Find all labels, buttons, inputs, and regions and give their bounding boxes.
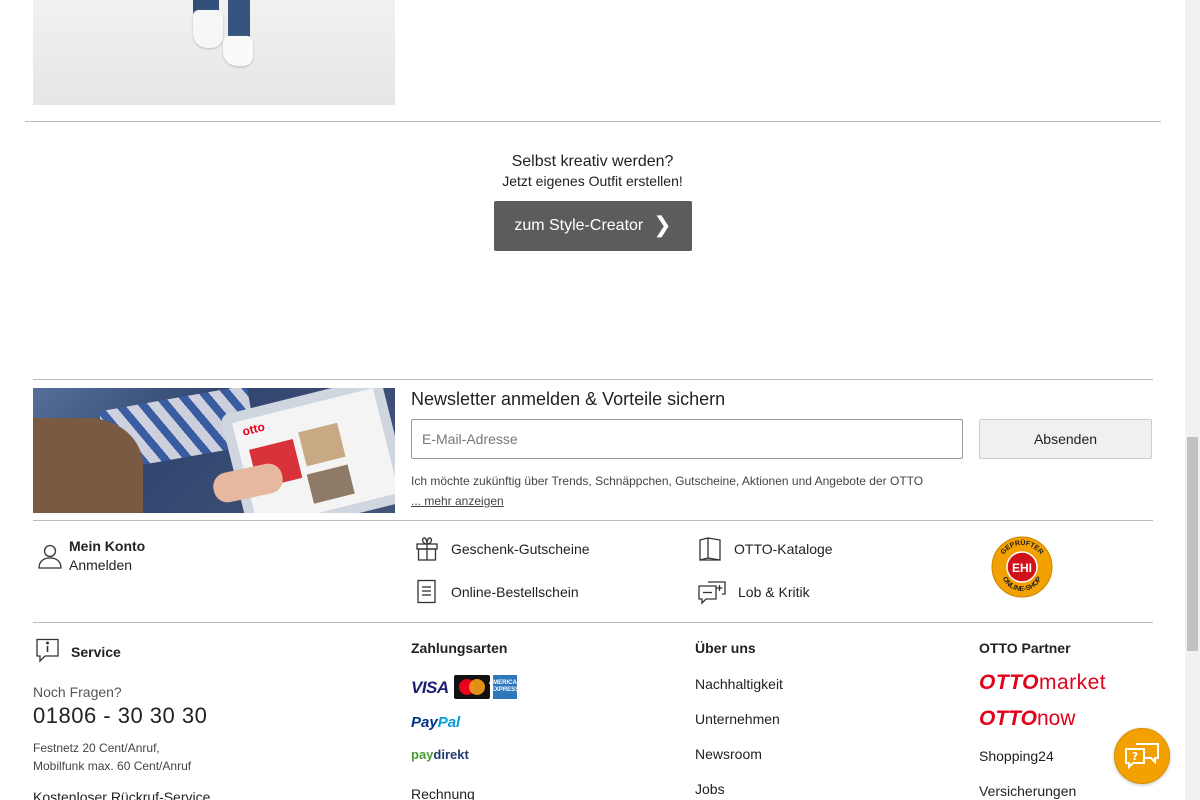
paypal-logo-pal: Pal: [437, 714, 461, 731]
section-divider: [33, 622, 1153, 623]
style-creator-button[interactable]: zum Style-Creator ❯: [494, 201, 692, 251]
about-link-sustainability[interactable]: Nachhaltigkeit: [695, 676, 783, 693]
chevron-right-icon: ❯: [653, 213, 672, 238]
paydirekt-logo-pay: pay: [411, 747, 434, 762]
otto-now-logo[interactable]: OTTOnow: [979, 706, 1075, 732]
partner-link-shopping24[interactable]: Shopping24: [979, 748, 1054, 765]
feedback-link[interactable]: Lob & Kritik: [698, 579, 810, 605]
screen-tile: [306, 464, 355, 504]
paypal-logo: PayPal: [411, 714, 460, 732]
newsletter-email-input[interactable]: [411, 419, 963, 459]
paydirekt-logo: paydirekt: [411, 747, 469, 763]
style-creator-subtitle: Jetzt eigenes Outfit erstellen!: [502, 173, 683, 189]
product-image[interactable]: [33, 0, 395, 105]
section-divider: [33, 379, 1153, 380]
chat-bubbles-icon: ?: [1125, 743, 1159, 770]
service-note-line: Festnetz 20 Cent/Anruf,: [33, 741, 160, 755]
sneaker-right: [223, 36, 253, 66]
newsletter-consent-text: Ich möchte zukünftig über Trends, Schnäp…: [411, 474, 924, 488]
otto-logo: otto: [240, 419, 267, 439]
service-question: Noch Fragen?: [33, 684, 122, 700]
gift-vouchers-link[interactable]: Geschenk-Gutscheine: [415, 536, 590, 562]
document-icon: [417, 579, 436, 604]
payment-title: Zahlungsarten: [411, 640, 508, 656]
catalogs-link[interactable]: OTTO-Kataloge: [698, 536, 833, 562]
paypal-logo-pay: Pay: [411, 714, 438, 731]
catalog-book-icon: [699, 537, 721, 561]
about-title: Über uns: [695, 640, 756, 656]
gift-vouchers-label: Geschenk-Gutscheine: [451, 541, 590, 557]
service-note-line: Mobilfunk max. 60 Cent/Anruf: [33, 759, 192, 773]
about-link-jobs[interactable]: Jobs: [695, 781, 725, 798]
otto-market-logo[interactable]: OTTOmarket: [979, 670, 1106, 696]
invoice-label: Rechnung: [411, 786, 475, 800]
order-form-label: Online-Bestellschein: [451, 584, 579, 600]
svg-text:?: ?: [1132, 750, 1138, 763]
scrollbar-thumb[interactable]: [1187, 437, 1198, 651]
style-creator-button-label: zum Style-Creator: [514, 217, 644, 234]
style-creator-title: Selbst kreativ werden?: [511, 153, 674, 170]
feedback-speech-icon: [698, 581, 726, 605]
page-scrollbar[interactable]: [1185, 0, 1200, 800]
paydirekt-logo-direkt: direkt: [433, 747, 469, 762]
market-wordmark: market: [1038, 671, 1107, 694]
about-link-company[interactable]: Unternehmen: [695, 711, 780, 728]
feedback-label: Lob & Kritik: [738, 584, 810, 600]
about-link-newsroom[interactable]: Newsroom: [695, 746, 762, 763]
svg-text:EHI: EHI: [1012, 561, 1032, 575]
newsletter-title: Newsletter anmelden & Vorteile sichern: [411, 389, 726, 409]
account-login-link[interactable]: Anmelden: [69, 557, 132, 574]
info-speech-icon: [36, 638, 59, 663]
newsletter-submit-button[interactable]: Absenden: [979, 419, 1152, 459]
ehi-seal-icon[interactable]: EHI GEPRÜFTER ONLINE-SHOP: [991, 536, 1053, 598]
mastercard-circle-orange: [469, 679, 485, 695]
sneaker-left: [193, 10, 223, 48]
mastercard-logo: [454, 675, 490, 699]
screen-tile: [298, 422, 346, 467]
service-title: Service: [71, 644, 121, 660]
visa-logo: VISA: [411, 678, 449, 697]
service-phone[interactable]: 01806 - 30 30 30: [33, 702, 207, 729]
user-icon: [38, 544, 62, 569]
newsletter-image: otto: [33, 388, 395, 513]
account-title[interactable]: Mein Konto: [69, 538, 145, 555]
order-form-link[interactable]: Online-Bestellschein: [415, 579, 579, 605]
section-divider: [33, 520, 1153, 521]
style-creator-section: Selbst kreativ werden? Jetzt eigenes Out…: [0, 152, 1185, 251]
person-hair: [33, 418, 143, 513]
catalogs-label: OTTO-Kataloge: [734, 541, 833, 557]
amex-logo: AMERICAN EXPRESS: [489, 675, 521, 699]
otto-wordmark: OTTO: [979, 707, 1037, 730]
otto-wordmark: OTTO: [979, 671, 1039, 694]
service-phone-note: Festnetz 20 Cent/Anruf, Mobilfunk max. 6…: [33, 739, 191, 775]
callback-service-link[interactable]: Kostenloser Rückruf-Service: [33, 789, 210, 800]
partner-link-insurance[interactable]: Versicherungen: [979, 783, 1076, 800]
section-divider: [25, 121, 1161, 122]
chat-button[interactable]: ?: [1114, 728, 1170, 784]
partner-title: OTTO Partner: [979, 640, 1071, 656]
newsletter-more-link[interactable]: ... mehr anzeigen: [411, 493, 504, 509]
gift-icon: [416, 537, 438, 561]
now-wordmark: now: [1036, 707, 1076, 730]
